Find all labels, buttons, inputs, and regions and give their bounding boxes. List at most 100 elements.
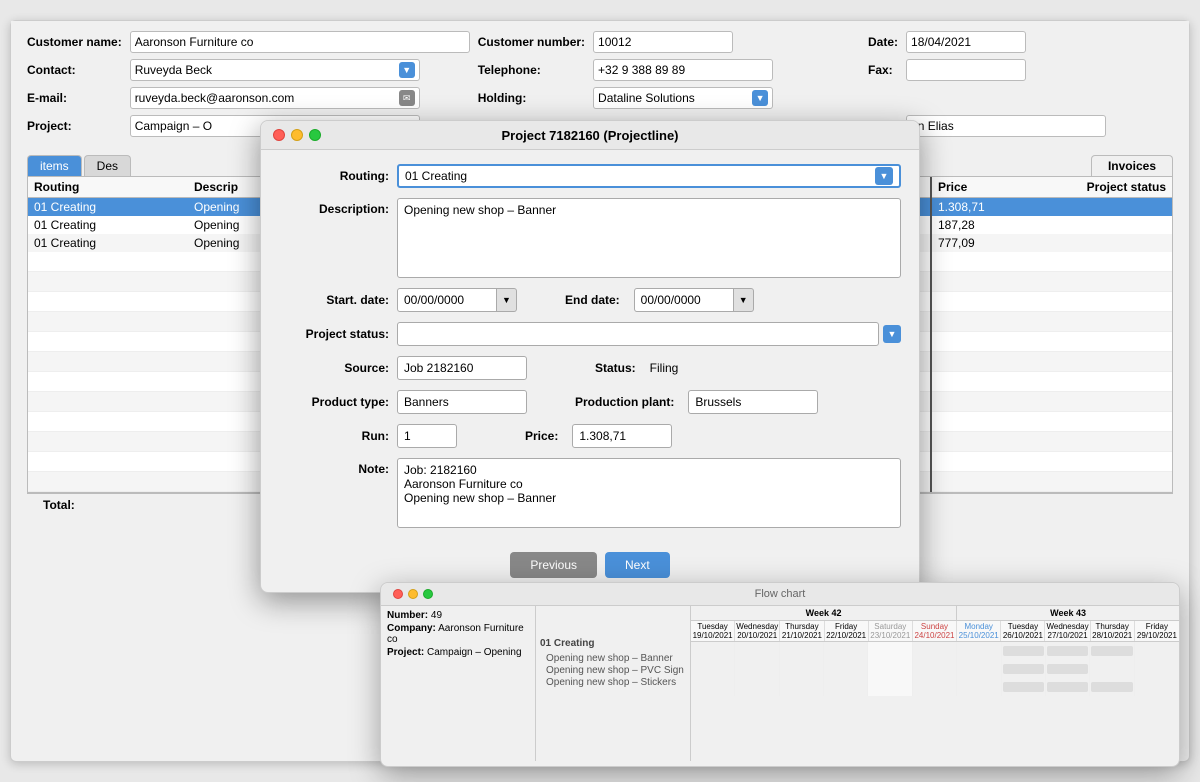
right-table-row-empty: [932, 372, 1172, 392]
fc-number-label: Number:: [387, 610, 428, 621]
grid-cell: [1135, 660, 1179, 678]
run-input[interactable]: [397, 424, 457, 448]
date-input[interactable]: 18/04/2021: [906, 31, 1026, 53]
grid-cell: [1002, 642, 1046, 660]
grid-cell: [1002, 660, 1046, 678]
routing-label: Routing:: [279, 169, 389, 183]
contact-input[interactable]: Ruveyda Beck ▼: [130, 59, 420, 81]
grid-cell: [868, 642, 912, 660]
right-table-row: 777,09: [932, 234, 1172, 252]
grid-cell: [868, 660, 912, 678]
contact-dropdown-icon[interactable]: ▼: [399, 62, 415, 78]
right-table-row-empty: [932, 252, 1172, 272]
routing-select[interactable]: 01 Creating ▼: [397, 164, 901, 188]
product-type-input[interactable]: [397, 390, 527, 414]
grid-cell: [1046, 678, 1090, 696]
project-status-dropdown-icon[interactable]: ▼: [883, 325, 901, 343]
end-date-picker[interactable]: ▼: [734, 288, 754, 312]
routing-dropdown-icon[interactable]: ▼: [875, 167, 893, 185]
fax-label: Fax:: [868, 63, 898, 77]
product-type-row: Product type: Production plant:: [279, 390, 901, 414]
flowchart-titlebar: Flow chart: [381, 583, 1179, 606]
right-table-row-empty: [932, 392, 1172, 412]
email-icon: ✉: [399, 90, 415, 106]
day-tue: Tuesday19/10/2021: [691, 621, 735, 641]
routing-row: Routing: 01 Creating ▼: [279, 164, 901, 188]
price-input[interactable]: [572, 424, 672, 448]
fax-input[interactable]: [906, 59, 1026, 81]
day-tue2: Tuesday26/10/2021: [1001, 621, 1045, 641]
right-table: Price Project status 1.308,71 187,28 777…: [932, 177, 1172, 492]
tab-items[interactable]: items: [27, 155, 82, 176]
grid-cell: [735, 642, 779, 660]
production-plant-label: Production plant:: [575, 395, 674, 409]
run-row: Run: Price:: [279, 424, 901, 448]
email-input[interactable]: ruveyda.beck@aaronson.com ✉: [130, 87, 420, 109]
fc-task-item: Opening new shop – Banner: [540, 653, 686, 664]
right-table-header: Price Project status: [932, 177, 1172, 198]
col-routing-header: Routing: [34, 180, 194, 194]
description-label: Description:: [279, 198, 389, 216]
price-label: Price:: [525, 429, 558, 443]
start-date-picker[interactable]: ▼: [497, 288, 517, 312]
telephone-input[interactable]: +32 9 388 89 89: [593, 59, 773, 81]
tab-desc[interactable]: Des: [84, 155, 131, 176]
project-status-field: ▼: [397, 322, 901, 346]
start-date-input[interactable]: [397, 288, 497, 312]
grid-cell: [780, 678, 824, 696]
grid-cell: [824, 678, 868, 696]
end-date-input[interactable]: [634, 288, 734, 312]
grid-cell: [957, 678, 1001, 696]
fc-number-row: Number: 49: [387, 610, 529, 621]
holding-dropdown-icon[interactable]: ▼: [752, 90, 768, 106]
grid-cell: [1046, 642, 1090, 660]
flowchart-calendar: Week 42 Week 43 Tuesday19/10/2021 Wednes…: [691, 606, 1179, 761]
contact-right-input[interactable]: an Elias: [906, 115, 1106, 137]
day-sun: Sunday24/10/2021: [913, 621, 957, 641]
grid-cell: [1002, 678, 1046, 696]
grid-cell: [824, 660, 868, 678]
right-table-row-empty: [932, 412, 1172, 432]
right-table-row-empty: [932, 332, 1172, 352]
next-button[interactable]: Next: [605, 552, 670, 578]
grid-cell: [913, 642, 957, 660]
fc-project-label: Project:: [387, 647, 424, 658]
grid-cell: [780, 660, 824, 678]
note-textarea[interactable]: Job: 2182160 Aaronson Furniture co Openi…: [397, 458, 901, 528]
flowchart-body: Number: 49 Company: Aaronson Furniture c…: [381, 606, 1179, 761]
source-label: Source:: [279, 361, 389, 375]
source-input[interactable]: [397, 356, 527, 380]
email-label: E-mail:: [27, 91, 122, 105]
right-table-row: 187,28: [932, 216, 1172, 234]
right-table-row-empty: [932, 452, 1172, 472]
run-label: Run:: [279, 429, 389, 443]
start-date-label: Start. date:: [279, 293, 389, 307]
project-status-label: Project status:: [279, 327, 389, 341]
week42-header: Week 42: [691, 606, 957, 621]
status-value: Filing: [650, 361, 679, 375]
day-mon: Monday25/10/2021: [957, 621, 1001, 641]
holding-input[interactable]: Dataline Solutions ▼: [593, 87, 773, 109]
day-fri: Friday22/10/2021: [825, 621, 869, 641]
grid-cell: [1135, 642, 1179, 660]
right-table-row-empty: [932, 312, 1172, 332]
holding-label: Holding:: [478, 91, 585, 105]
previous-button[interactable]: Previous: [510, 552, 597, 578]
grid-cell: [957, 642, 1001, 660]
project-status-input[interactable]: [397, 322, 879, 346]
grid-cell: [913, 678, 957, 696]
description-textarea[interactable]: Opening new shop – Banner: [397, 198, 901, 278]
day-fri2: Friday29/10/2021: [1135, 621, 1179, 641]
modal-dialog: Project 7182160 (Projectline) Routing: 0…: [260, 120, 920, 593]
day-wed: Wednesday20/10/2021: [735, 621, 780, 641]
date-label: Date:: [868, 35, 898, 49]
tab-invoices[interactable]: Invoices: [1091, 155, 1173, 176]
customer-name-label: Customer name:: [27, 35, 122, 49]
right-table-row-empty: [932, 352, 1172, 372]
customer-name-input[interactable]: Aaronson Furniture co: [130, 31, 470, 53]
right-table-row: 1.308,71: [932, 198, 1172, 216]
grid-cell: [1090, 678, 1134, 696]
project-label: Project:: [27, 119, 122, 133]
production-plant-input[interactable]: [688, 390, 818, 414]
customer-number-input[interactable]: 10012: [593, 31, 733, 53]
